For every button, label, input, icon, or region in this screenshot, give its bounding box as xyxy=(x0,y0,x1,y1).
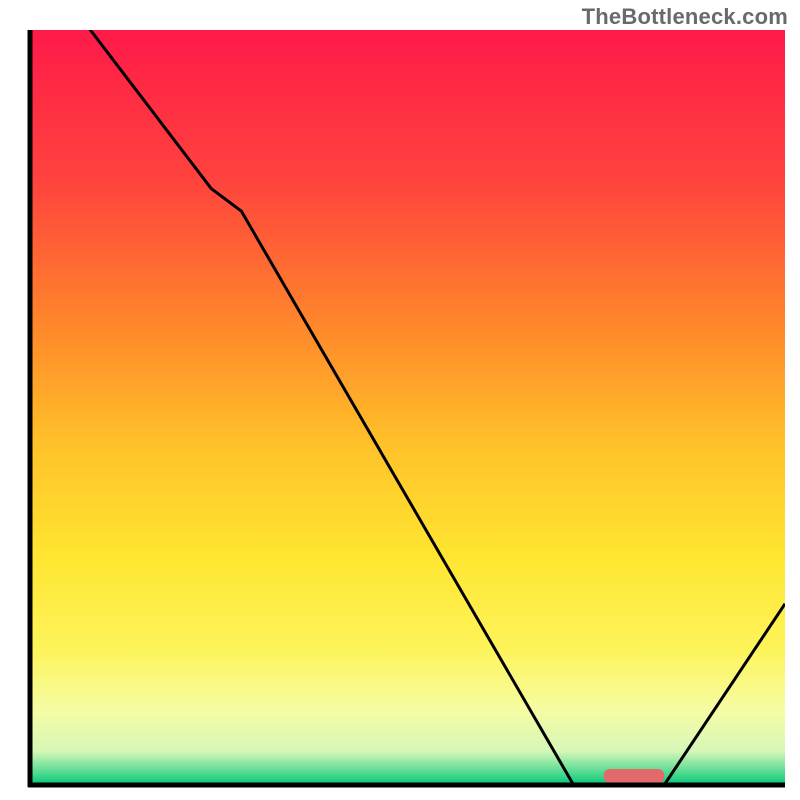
gradient-background xyxy=(30,30,785,785)
bottleneck-chart xyxy=(0,0,800,800)
chart-container: TheBottleneck.com xyxy=(0,0,800,800)
watermark-label: TheBottleneck.com xyxy=(582,4,788,30)
optimal-range-marker xyxy=(604,769,664,783)
